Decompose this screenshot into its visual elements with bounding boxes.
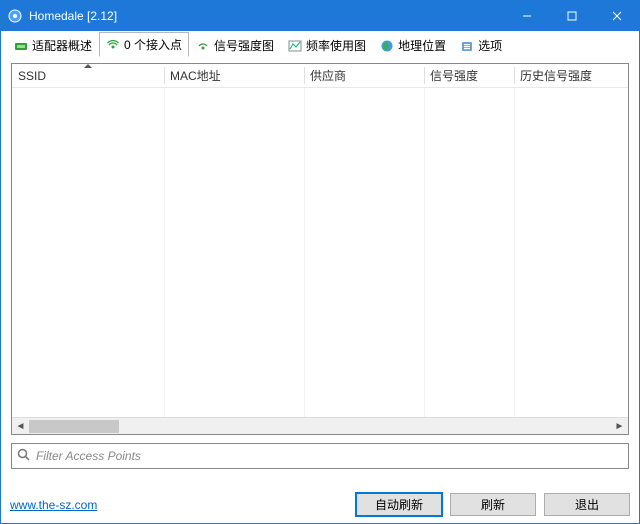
filter-box	[11, 443, 629, 469]
tab-signal-graph[interactable]: 信号强度图	[189, 33, 281, 57]
tab-label: 0 个接入点	[124, 36, 182, 53]
tab-frequency-usage[interactable]: 频率使用图	[281, 33, 373, 57]
content-area: SSID MAC地址 供应商 信号强度 历史信号强度 ◄	[1, 57, 639, 435]
website-link[interactable]: www.the-sz.com	[10, 498, 97, 512]
column-label: 历史信号强度	[520, 67, 592, 84]
auto-refresh-button[interactable]: 自动刷新	[356, 493, 442, 516]
tab-label: 选项	[478, 37, 502, 54]
tab-label: 频率使用图	[306, 37, 366, 54]
filter-input[interactable]	[36, 449, 624, 463]
refresh-button[interactable]: 刷新	[450, 493, 536, 516]
scroll-left-button[interactable]: ◄	[12, 418, 29, 435]
signal-graph-icon	[196, 39, 210, 53]
horizontal-scrollbar[interactable]: ◄ ►	[12, 417, 628, 434]
globe-icon	[380, 39, 394, 53]
frequency-icon	[288, 39, 302, 53]
scroll-track[interactable]	[29, 418, 611, 435]
bottom-bar: www.the-sz.com 自动刷新 刷新 退出	[0, 493, 640, 516]
list-body	[12, 88, 628, 417]
tab-location[interactable]: 地理位置	[373, 33, 453, 57]
column-label: SSID	[18, 69, 46, 83]
access-points-list: SSID MAC地址 供应商 信号强度 历史信号强度 ◄	[11, 63, 629, 435]
column-signal[interactable]: 信号强度	[424, 64, 514, 87]
scroll-thumb[interactable]	[29, 420, 119, 433]
column-label: 供应商	[310, 67, 346, 84]
tab-bar: 适配器概述 0 个接入点 信号强度图 频率使用图 地理位置 选项	[1, 31, 639, 57]
exit-button[interactable]: 退出	[544, 493, 630, 516]
window-title: Homedale [2.12]	[29, 9, 117, 23]
sort-ascending-icon	[84, 64, 92, 68]
adapter-icon	[14, 39, 28, 53]
close-button[interactable]	[594, 1, 639, 31]
app-icon	[7, 8, 23, 24]
maximize-button[interactable]	[549, 1, 594, 31]
tab-label: 信号强度图	[214, 37, 274, 54]
tab-label: 适配器概述	[32, 37, 92, 54]
column-mac[interactable]: MAC地址	[164, 64, 304, 87]
column-vendor[interactable]: 供应商	[304, 64, 424, 87]
window-controls	[504, 1, 639, 31]
column-label: 信号强度	[430, 67, 478, 84]
column-label: MAC地址	[170, 67, 221, 84]
scroll-right-button[interactable]: ►	[611, 418, 628, 435]
tab-label: 地理位置	[398, 37, 446, 54]
column-ssid[interactable]: SSID	[12, 64, 164, 87]
tab-adapter-overview[interactable]: 适配器概述	[7, 33, 99, 57]
tab-options[interactable]: 选项	[453, 33, 509, 57]
options-icon	[460, 39, 474, 53]
tab-access-points[interactable]: 0 个接入点	[99, 32, 189, 57]
column-history[interactable]: 历史信号强度	[514, 64, 628, 87]
list-header: SSID MAC地址 供应商 信号强度 历史信号强度	[12, 64, 628, 88]
search-icon	[16, 447, 32, 466]
titlebar: Homedale [2.12]	[1, 1, 639, 31]
wifi-icon	[106, 38, 120, 52]
minimize-button[interactable]	[504, 1, 549, 31]
